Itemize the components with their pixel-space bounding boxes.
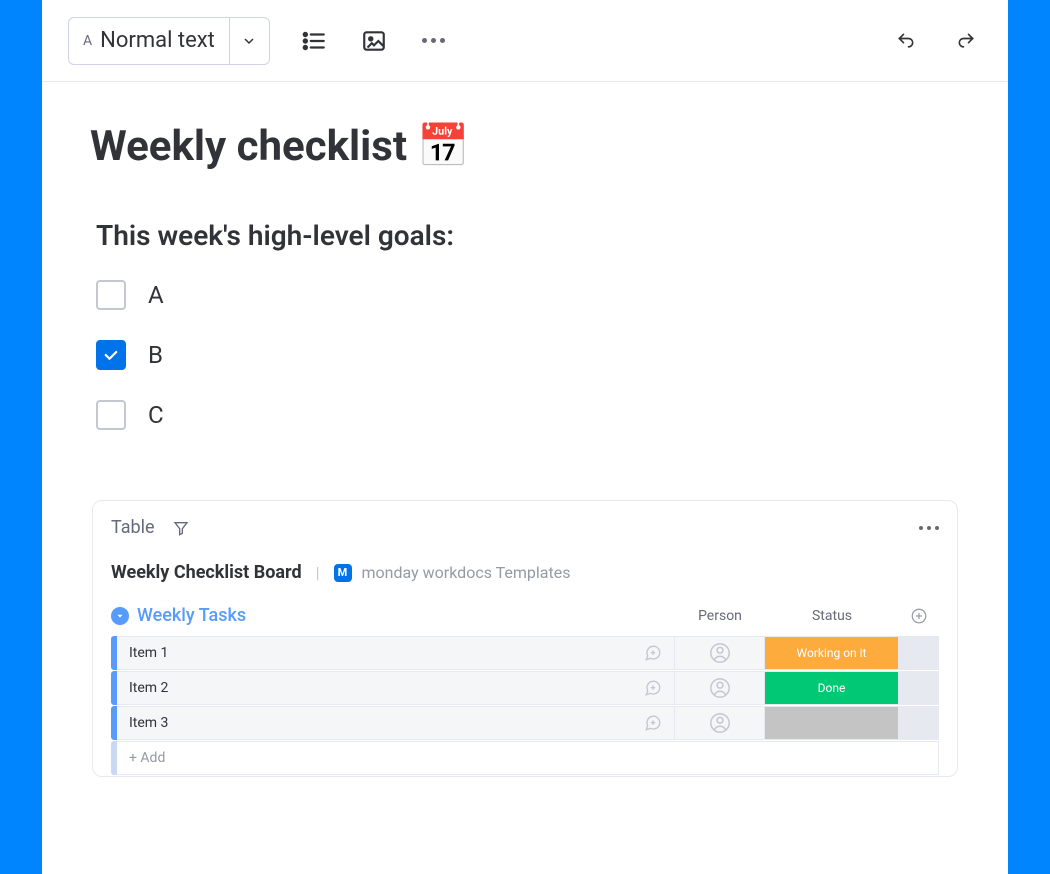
- goals-checklist: A B C: [90, 280, 960, 430]
- calendar-emoji-icon: 📅: [417, 122, 469, 171]
- more-options-icon[interactable]: [418, 25, 450, 57]
- item-name[interactable]: Item 1: [129, 645, 168, 661]
- checkbox[interactable]: [96, 280, 126, 310]
- checklist-item-label: B: [148, 341, 163, 369]
- editor-toolbar: A Normal text: [42, 0, 1008, 82]
- checklist-item-label: C: [148, 401, 164, 429]
- row-end: [899, 706, 939, 740]
- table-row[interactable]: Item 3: [111, 706, 939, 740]
- embedded-board: Table Weekly Checklist Board | M monday …: [92, 500, 958, 777]
- status-cell[interactable]: [765, 706, 899, 740]
- row-end: [899, 671, 939, 705]
- status-cell[interactable]: Done: [765, 671, 899, 705]
- checklist-item-label: A: [148, 281, 164, 309]
- person-cell[interactable]: [675, 671, 765, 705]
- redo-icon[interactable]: [950, 25, 982, 57]
- section-heading[interactable]: This week's high-level goals:: [90, 219, 960, 252]
- checklist-item[interactable]: A: [96, 280, 960, 310]
- text-style-label: Normal text: [100, 28, 215, 53]
- status-label: Done: [818, 681, 846, 695]
- add-update-icon[interactable]: [644, 714, 662, 732]
- workspace-badge-icon: M: [334, 564, 352, 582]
- item-name[interactable]: Item 2: [129, 680, 168, 696]
- add-row[interactable]: + Add: [111, 741, 939, 775]
- checklist-item[interactable]: B: [96, 340, 960, 370]
- table-row[interactable]: Item 1 Working on it: [111, 636, 939, 670]
- status-label: Working on it: [796, 646, 866, 660]
- status-cell[interactable]: Working on it: [765, 636, 899, 670]
- row-end: [899, 636, 939, 670]
- filter-icon[interactable]: [173, 520, 189, 536]
- person-cell[interactable]: [675, 636, 765, 670]
- workspace-name[interactable]: monday workdocs Templates: [362, 563, 571, 582]
- add-column-icon[interactable]: [899, 607, 939, 625]
- group-name-label: Weekly Tasks: [137, 605, 246, 626]
- column-header-person[interactable]: Person: [675, 608, 765, 624]
- checklist-item[interactable]: C: [96, 400, 960, 430]
- checkbox[interactable]: [96, 400, 126, 430]
- page-title-text: Weekly checklist: [90, 122, 407, 171]
- text-style-selector[interactable]: A Normal text: [68, 17, 270, 65]
- add-update-icon[interactable]: [644, 644, 662, 662]
- add-update-icon[interactable]: [644, 679, 662, 697]
- undo-icon[interactable]: [890, 25, 922, 57]
- group-name[interactable]: Weekly Tasks: [111, 605, 246, 626]
- separator: |: [316, 563, 320, 582]
- table-row[interactable]: Item 2 Done: [111, 671, 939, 705]
- board-rows: Item 1 Working on it: [93, 636, 957, 775]
- person-cell[interactable]: [675, 706, 765, 740]
- column-header-status[interactable]: Status: [765, 608, 899, 624]
- checkbox[interactable]: [96, 340, 126, 370]
- text-style-chevron[interactable]: [229, 18, 269, 64]
- image-icon[interactable]: [358, 25, 390, 57]
- page-title[interactable]: Weekly checklist 📅: [90, 122, 960, 171]
- item-name[interactable]: Item 3: [129, 715, 168, 731]
- board-view-tab[interactable]: Table: [111, 517, 155, 538]
- text-style-a-icon: A: [83, 33, 92, 49]
- board-more-icon[interactable]: [919, 526, 939, 530]
- bullet-list-icon[interactable]: [298, 25, 330, 57]
- add-row-label: + Add: [129, 750, 165, 766]
- collapse-icon[interactable]: [111, 607, 129, 625]
- board-title[interactable]: Weekly Checklist Board: [111, 562, 302, 583]
